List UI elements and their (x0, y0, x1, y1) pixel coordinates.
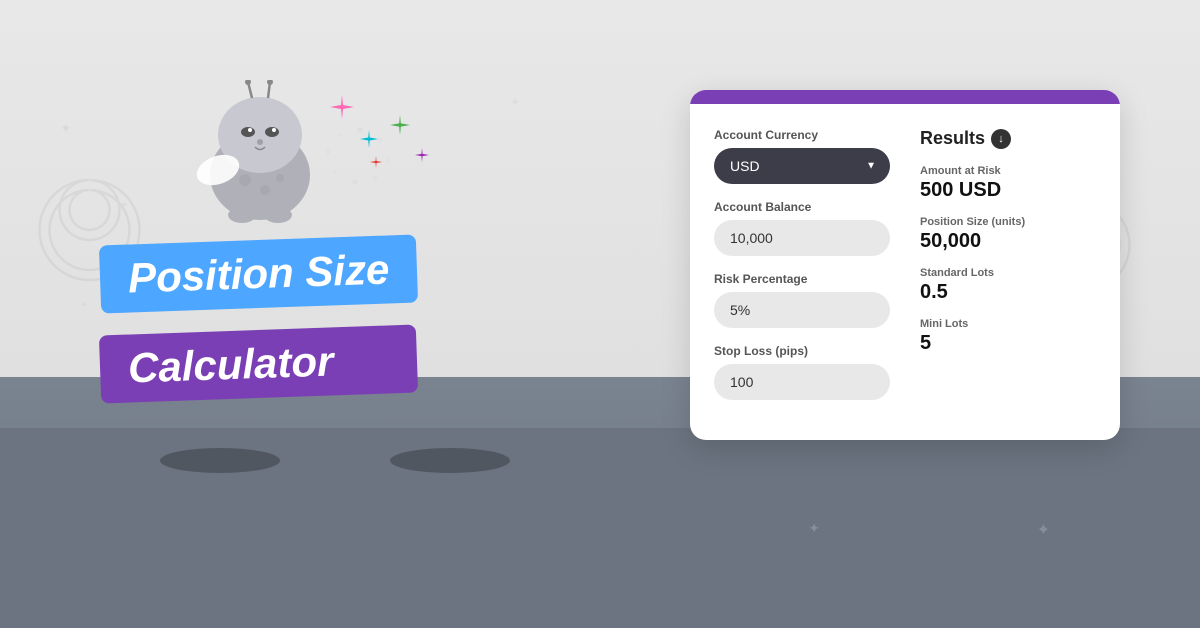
star-deco-5: ✦ (510, 95, 520, 109)
mini-lots-value: 5 (920, 332, 1096, 355)
sparkle-purple (415, 148, 429, 167)
account-balance-input[interactable] (714, 220, 890, 256)
star-deco-6: ✦ (80, 300, 88, 311)
sparkle-dots (320, 120, 400, 195)
card-header (690, 90, 1120, 104)
amount-at-risk-item: Amount at Risk 500 USD (920, 165, 1096, 202)
star-deco-2: ✦ (120, 200, 128, 211)
risk-percentage-label: Risk Percentage (714, 272, 890, 286)
results-title-text: Results (920, 128, 985, 149)
mini-lots-label: Mini Lots (920, 318, 1096, 330)
account-currency-select[interactable]: USD EUR GBP JPY AUD (714, 148, 890, 184)
card-inputs: Account Currency USD EUR GBP JPY AUD Acc… (714, 128, 890, 416)
position-size-item: Position Size (units) 50,000 (920, 216, 1096, 253)
account-currency-wrapper[interactable]: USD EUR GBP JPY AUD (714, 148, 890, 184)
results-info-icon[interactable]: ↓ (991, 129, 1011, 149)
results-title: Results ↓ (920, 128, 1096, 149)
account-balance-label: Account Balance (714, 200, 890, 214)
title-line1: Position Size (99, 234, 419, 313)
card-body: Account Currency USD EUR GBP JPY AUD Acc… (690, 104, 1120, 440)
mini-lots-item: Mini Lots 5 (920, 318, 1096, 355)
amount-at-risk-value: 500 USD (920, 179, 1096, 202)
title-area: Position Size Calculator (100, 240, 417, 398)
amount-at-risk-label: Amount at Risk (920, 165, 1096, 177)
title-line2: Calculator (99, 324, 419, 403)
standard-lots-value: 0.5 (920, 281, 1096, 304)
star-deco-7: ✦ (1037, 520, 1050, 540)
standard-lots-item: Standard Lots 0.5 (920, 267, 1096, 304)
mascot (190, 80, 330, 235)
shadow-left (160, 448, 280, 473)
stop-loss-input[interactable] (714, 364, 890, 400)
position-size-value: 50,000 (920, 230, 1096, 253)
star-deco-4: ✦ (808, 520, 820, 537)
account-currency-label: Account Currency (714, 128, 890, 142)
shadow-right (390, 448, 510, 473)
stop-loss-label: Stop Loss (pips) (714, 344, 890, 358)
standard-lots-label: Standard Lots (920, 267, 1096, 279)
risk-percentage-input[interactable] (714, 292, 890, 328)
calculator-card: Account Currency USD EUR GBP JPY AUD Acc… (690, 90, 1120, 440)
position-size-label: Position Size (units) (920, 216, 1096, 228)
card-results: Results ↓ Amount at Risk 500 USD Positio… (920, 128, 1096, 416)
star-deco-1: ✦ (60, 120, 72, 137)
